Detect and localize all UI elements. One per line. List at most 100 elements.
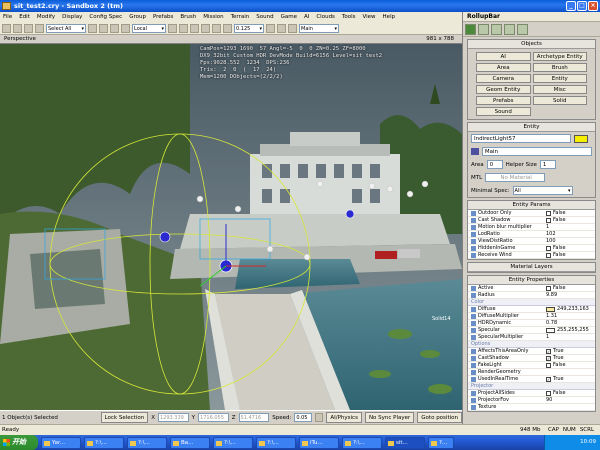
menu-modify[interactable]: Modify	[37, 14, 55, 20]
menu-view[interactable]: View	[362, 14, 375, 20]
material-layers-header[interactable]: Material Layers	[468, 263, 595, 272]
property-row[interactable]: LodRatio 102	[468, 231, 595, 238]
entity-name-field[interactable]: IndirectLight57	[471, 134, 571, 143]
property-row[interactable]: HDRDynamic 0.78	[468, 320, 595, 327]
entity-params-header[interactable]: Entity Params	[468, 201, 595, 210]
taskbar-item[interactable]: Ba...	[170, 436, 210, 449]
goto-position-button[interactable]: Goto position	[417, 412, 462, 423]
archetype-entity-button[interactable]: Archetype Entity	[532, 52, 587, 61]
property-row[interactable]: HiddenInGame False	[468, 245, 595, 252]
entity-button[interactable]: Entity	[532, 74, 587, 83]
area-value-field[interactable]: 0	[486, 160, 503, 169]
axis-x-icon[interactable]	[168, 23, 177, 33]
diffuse-color-swatch[interactable]	[546, 306, 555, 312]
checkbox[interactable]: ✓	[546, 355, 551, 361]
select-mode-dropdown[interactable]: Select All	[46, 23, 86, 33]
start-button[interactable]: 开始	[0, 435, 38, 450]
specular-color-swatch[interactable]	[546, 327, 555, 333]
property-row[interactable]: Radius 9.89	[468, 292, 595, 299]
taskbar-item[interactable]: iTu...	[299, 436, 339, 449]
ai-physics-button[interactable]: AI/Physics	[326, 412, 362, 423]
property-row[interactable]: Diffuse 249,233,163	[468, 306, 595, 313]
property-row[interactable]: SpecularMultiplier 1	[468, 334, 595, 341]
viewport-label[interactable]: Perspective	[4, 36, 36, 42]
area-button[interactable]: Area	[476, 63, 531, 72]
ai-button[interactable]: AI	[476, 52, 531, 61]
close-icon[interactable]: ×	[588, 1, 598, 11]
objects-header[interactable]: Objects	[468, 40, 595, 49]
taskbar-item[interactable]: ?:\...	[127, 436, 167, 449]
property-row[interactable]: Active False	[468, 285, 595, 292]
scale-icon[interactable]	[121, 23, 130, 33]
menu-edit[interactable]: Edit	[19, 14, 30, 20]
entity-properties-header[interactable]: Entity Properties	[468, 276, 595, 285]
property-row[interactable]: Outdoor Only False	[468, 210, 595, 217]
x-position-field[interactable]: 1293.339	[157, 413, 189, 422]
axis-y-icon[interactable]	[179, 23, 188, 33]
minspec-dropdown[interactable]: All	[512, 186, 573, 195]
checkbox[interactable]	[546, 390, 551, 396]
snap-value-dropdown[interactable]: 0.125	[234, 23, 264, 33]
solid-button[interactable]: Solid	[532, 96, 587, 105]
terrain-collision-icon[interactable]	[314, 413, 324, 422]
checkbox[interactable]	[546, 210, 551, 216]
menu-terrain[interactable]: Terrain	[231, 14, 250, 20]
menu-game[interactable]: Game	[281, 14, 297, 20]
ruler-icon[interactable]	[277, 23, 286, 33]
select-icon[interactable]	[88, 23, 97, 33]
perspective-viewport[interactable]: CamPos=1293 1690 57 Angl=-5 0 0 ZN=0.25 …	[0, 44, 462, 410]
property-row[interactable]: Receive Wind False	[468, 252, 595, 259]
taskbar-item[interactable]: Yar...	[41, 436, 81, 449]
checkbox[interactable]	[546, 252, 551, 258]
y-position-field[interactable]: 1716.055	[198, 413, 229, 422]
terrain-snap-icon[interactable]	[212, 23, 221, 33]
modify-tab-icon[interactable]	[491, 24, 502, 35]
checkbox[interactable]	[546, 285, 551, 291]
move-icon[interactable]	[99, 23, 108, 33]
property-row[interactable]: CastShadow ✓ True	[468, 355, 595, 362]
menu-help[interactable]: Help	[383, 14, 396, 20]
brush-button[interactable]: Brush	[532, 63, 587, 72]
angle-snap-icon[interactable]	[266, 23, 275, 33]
taskbar-item[interactable]: ?...	[428, 436, 454, 449]
checkbox[interactable]: ✓	[546, 376, 551, 382]
taskbar-item[interactable]: ?:\...	[84, 436, 124, 449]
menu-file[interactable]: File	[3, 14, 12, 20]
redo-icon[interactable]	[13, 23, 22, 33]
layer-icon[interactable]	[288, 23, 297, 33]
helper-size-field[interactable]: 1	[539, 160, 556, 169]
property-row[interactable]: UsedInRealTime ✓ True	[468, 376, 595, 383]
property-row[interactable]: ViewDistRatio 100	[468, 238, 595, 245]
property-row[interactable]: AffectsThisAreaOnly ✓ True	[468, 348, 595, 355]
taskbar-item[interactable]: ?:\...	[256, 436, 296, 449]
checkbox[interactable]	[546, 217, 551, 223]
mtl-button[interactable]: No Material	[485, 173, 546, 182]
taskbar-item[interactable]: sit...	[385, 436, 425, 449]
camera-button[interactable]: Camera	[476, 74, 531, 83]
unlink-icon[interactable]	[35, 23, 44, 33]
options-group-label[interactable]: Options	[468, 341, 595, 348]
terrain-tab-icon[interactable]	[478, 24, 489, 35]
undo-icon[interactable]	[2, 23, 11, 33]
menu-prefabs[interactable]: Prefabs	[153, 14, 173, 20]
sync-player-button[interactable]: No Sync Player	[364, 412, 415, 423]
checkbox[interactable]	[546, 362, 551, 368]
property-row[interactable]: RenderGeometry	[468, 369, 595, 376]
property-row[interactable]: ProjectorFov 90	[468, 397, 595, 404]
color-group-label[interactable]: Color	[468, 299, 595, 306]
display-tab-icon[interactable]	[504, 24, 515, 35]
grid-snap-icon[interactable]	[223, 23, 232, 33]
coord-system-dropdown[interactable]: Local	[132, 23, 166, 33]
system-tray-clock[interactable]: 10:09	[544, 435, 600, 450]
property-row[interactable]: Specular 255,255,255	[468, 327, 595, 334]
checkbox[interactable]	[546, 245, 551, 251]
misc-button[interactable]: Misc	[532, 85, 587, 94]
property-row[interactable]: Texture	[468, 404, 595, 411]
menu-mission[interactable]: Mission	[203, 14, 223, 20]
menu-sound[interactable]: Sound	[256, 14, 273, 20]
menu-group[interactable]: Group	[129, 14, 146, 20]
taskbar-item[interactable]: ?:\...	[213, 436, 253, 449]
menu-ai[interactable]: AI	[304, 14, 309, 20]
menu-display[interactable]: Display	[62, 14, 82, 20]
geom-entity-button[interactable]: Geom Entity	[476, 85, 531, 94]
